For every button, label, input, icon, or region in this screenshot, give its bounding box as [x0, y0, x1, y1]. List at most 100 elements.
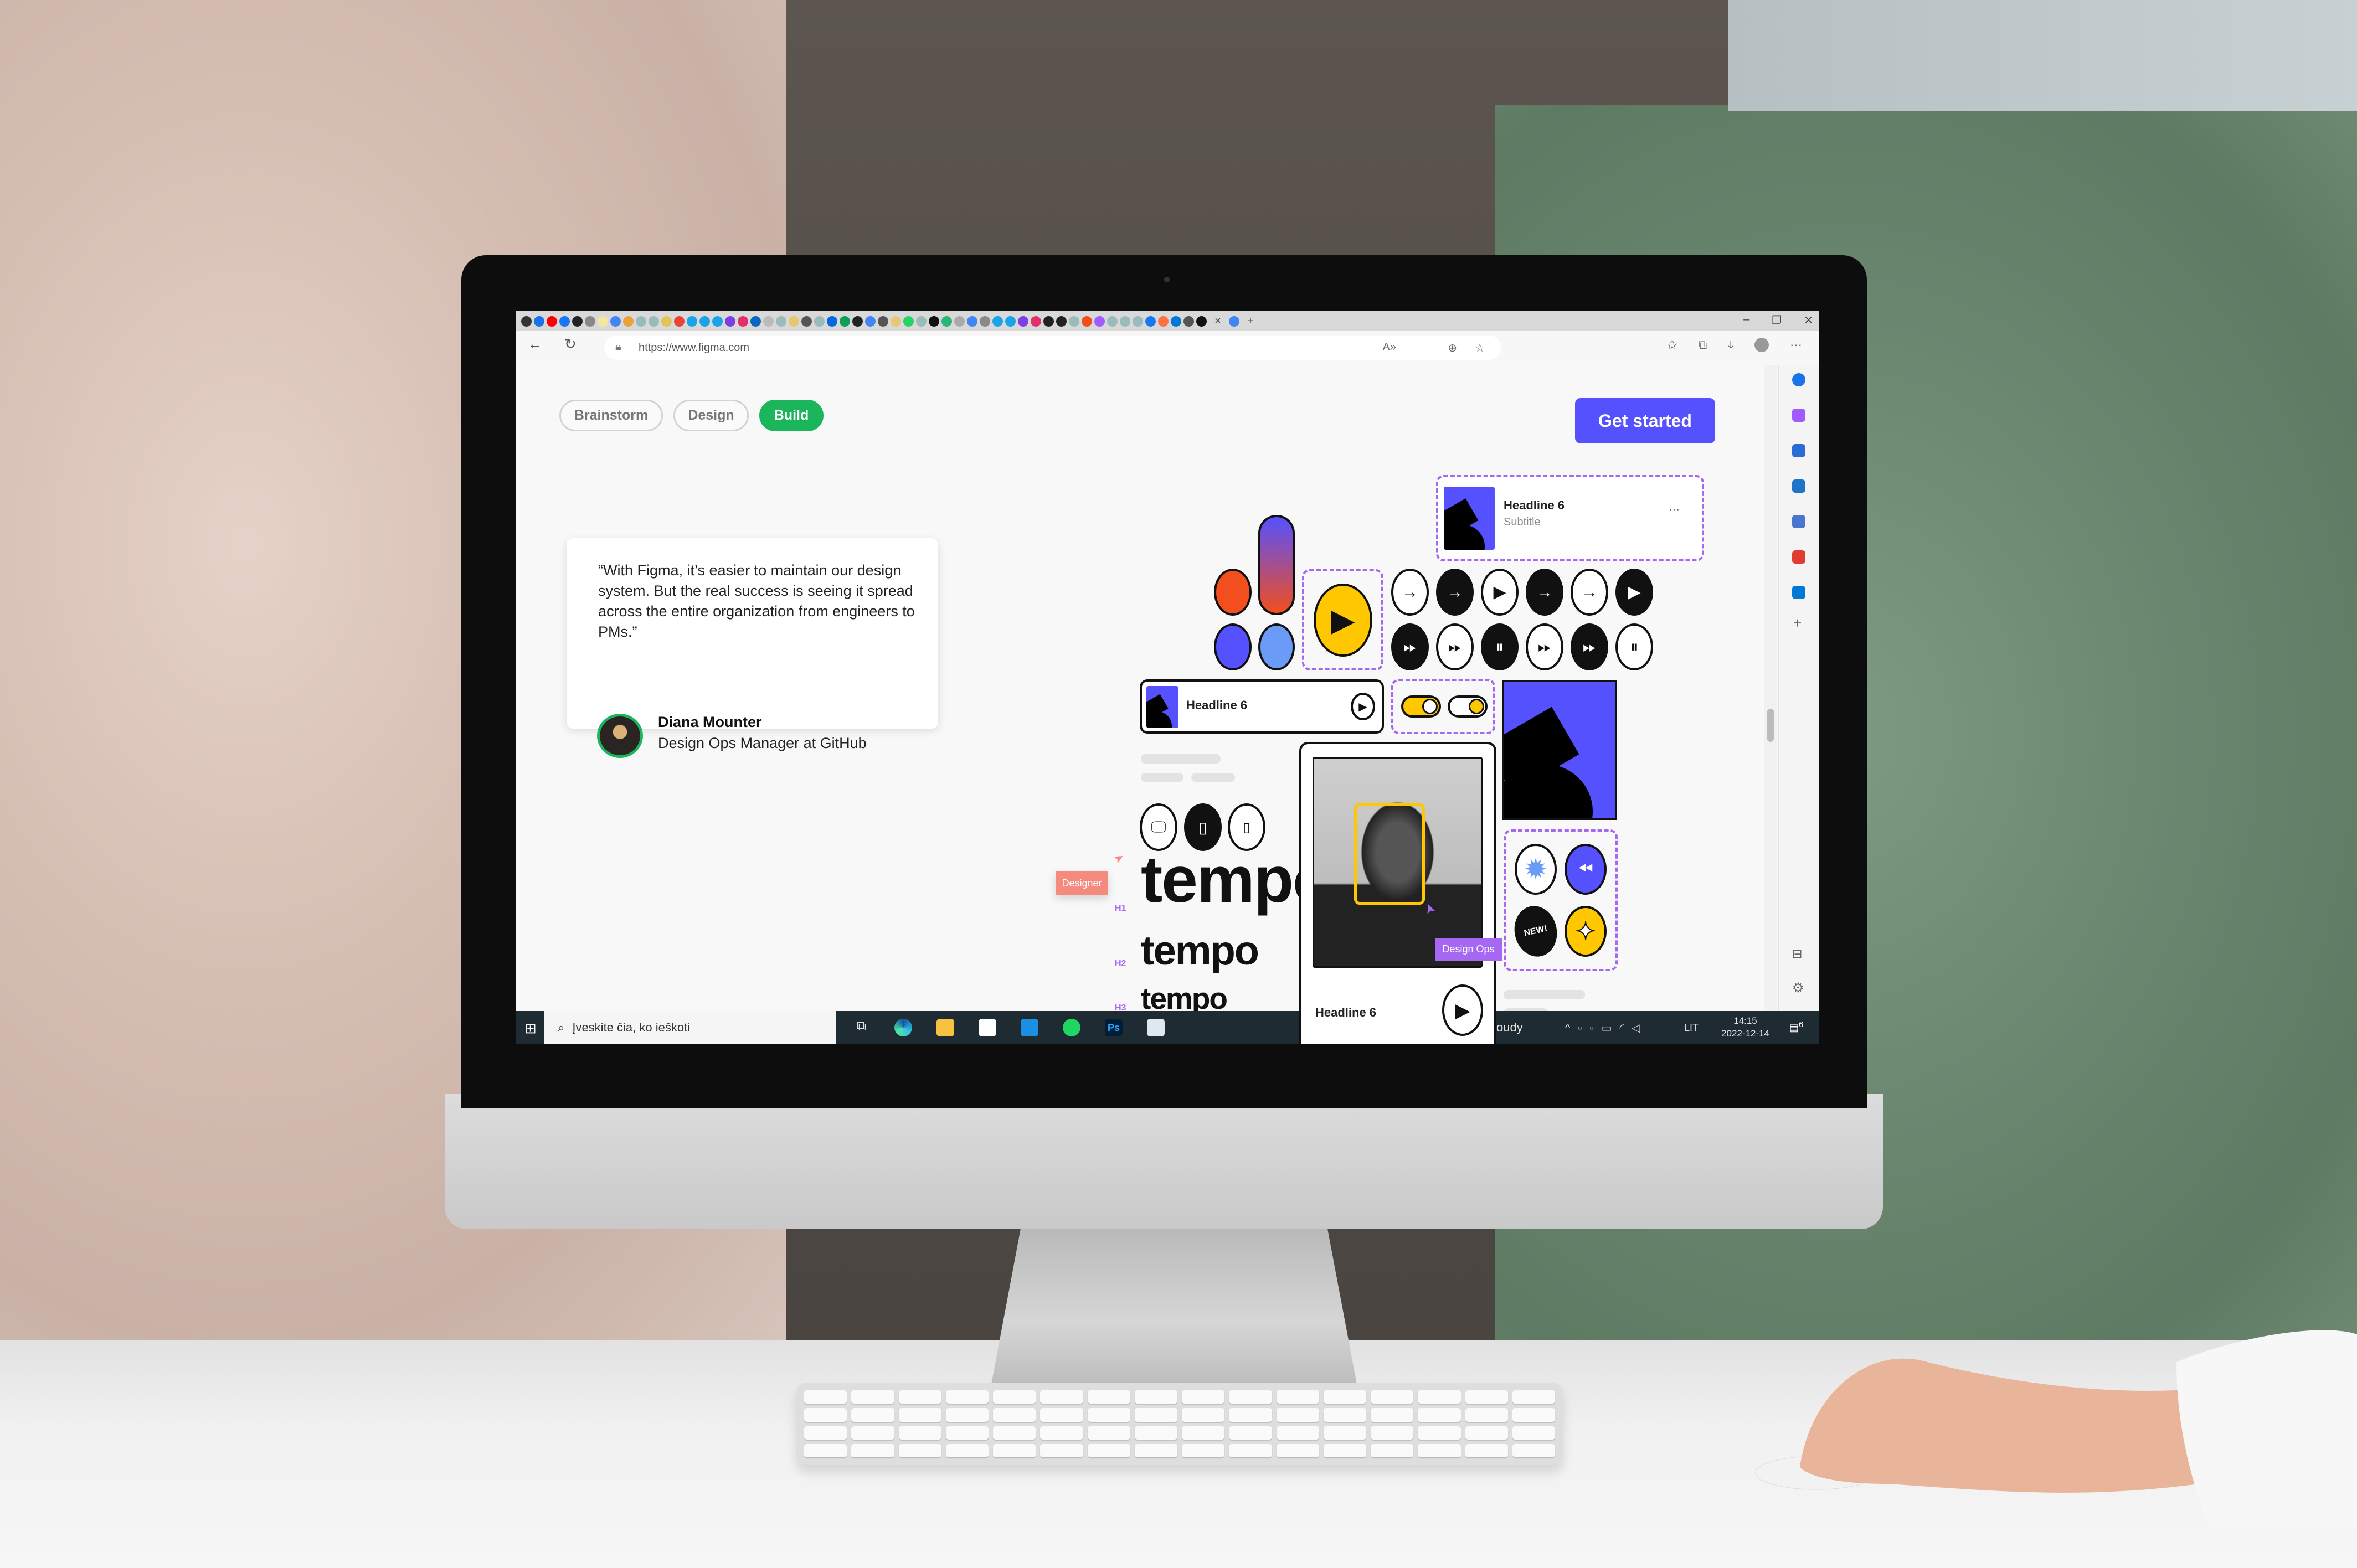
- pinned-tab-favicon-icon[interactable]: [598, 316, 608, 327]
- scrollbar[interactable]: [1764, 365, 1777, 1011]
- taskbar-search[interactable]: ⌕ Įveskite čia, ko ieškoti: [544, 1011, 836, 1044]
- pill-build[interactable]: Build: [759, 400, 824, 431]
- pinned-tab-favicon-icon[interactable]: [636, 316, 646, 327]
- games-icon[interactable]: [1792, 515, 1805, 528]
- pinned-tab-favicon-icon[interactable]: [687, 316, 697, 327]
- url-field[interactable]: 🔒︎ https://www.figma.com ☆ ⊕ A»: [604, 336, 1501, 360]
- pinned-tab-favicon-icon[interactable]: [585, 316, 595, 327]
- pinned-tab-favicon-icon[interactable]: [623, 316, 634, 327]
- language-indicator[interactable]: LIT: [1684, 1022, 1699, 1034]
- outlook-icon[interactable]: [1792, 586, 1805, 599]
- restore-button[interactable]: ❐: [1772, 313, 1782, 327]
- zoom-icon[interactable]: ⊕: [1448, 341, 1457, 355]
- pinned-tab-favicon-icon[interactable]: [738, 316, 748, 327]
- pinned-tab-favicon-icon[interactable]: [559, 316, 570, 327]
- pinned-tab-favicon-icon[interactable]: [1056, 316, 1067, 327]
- pinned-tab-favicon-icon[interactable]: [1043, 316, 1054, 327]
- pinned-tab-favicon-icon[interactable]: [1107, 316, 1118, 327]
- pinned-tab-favicon-icon[interactable]: [941, 316, 952, 327]
- pinned-tab-favicon-icon[interactable]: [1018, 316, 1028, 327]
- pinned-tab-favicon-icon[interactable]: [1158, 316, 1169, 327]
- pinned-tab-favicon-icon[interactable]: [547, 316, 557, 327]
- pinned-tab-favicon-icon[interactable]: [712, 316, 723, 327]
- pinned-tab-favicon-icon[interactable]: [789, 316, 799, 327]
- scrollbar-thumb[interactable]: [1767, 709, 1774, 742]
- file-explorer-icon[interactable]: [936, 1019, 954, 1036]
- edge-browser-icon[interactable]: [894, 1019, 912, 1036]
- photoshop-icon[interactable]: Ps: [1105, 1019, 1123, 1036]
- pill-brainstorm[interactable]: Brainstorm: [559, 400, 663, 431]
- pinned-tab-favicon-icon[interactable]: [649, 316, 659, 327]
- read-aloud-icon[interactable]: A»: [1383, 341, 1396, 354]
- office-icon[interactable]: [1792, 550, 1805, 564]
- pinned-tab-favicon-icon[interactable]: [903, 316, 914, 327]
- pinned-tab-favicon-icon[interactable]: [954, 316, 965, 327]
- profile-avatar-icon[interactable]: [1754, 338, 1769, 352]
- pinned-tab-favicon-icon[interactable]: [840, 316, 850, 327]
- mail-icon[interactable]: [1021, 1019, 1038, 1036]
- collections-icon[interactable]: ⧉: [1699, 338, 1707, 352]
- close-tab-button[interactable]: ×: [1210, 315, 1226, 328]
- clock[interactable]: 14:15 2022-12-14: [1721, 1014, 1769, 1040]
- favorite-star-icon[interactable]: ☆: [1475, 341, 1485, 355]
- pinned-tab-favicon-icon[interactable]: [916, 316, 927, 327]
- pinned-tab-favicon-icon[interactable]: [878, 316, 888, 327]
- tag-icon[interactable]: [1792, 444, 1805, 457]
- close-window-button[interactable]: ✕: [1804, 313, 1813, 327]
- pinned-tab-favicon-icon[interactable]: [1082, 316, 1092, 327]
- search-icon[interactable]: [1792, 373, 1805, 386]
- pinned-tab-favicon-icon[interactable]: [521, 316, 532, 327]
- more-menu-button[interactable]: ···: [1790, 338, 1802, 352]
- pinned-tab-favicon-icon[interactable]: [1196, 316, 1207, 327]
- pinned-tab-favicon-icon[interactable]: [1069, 316, 1079, 327]
- pinned-tab-favicon-icon[interactable]: [1031, 316, 1041, 327]
- pinned-tab-favicon-icon[interactable]: [1005, 316, 1016, 327]
- active-tab-favicon-icon[interactable]: [1229, 316, 1239, 327]
- pinned-tab-favicon-icon[interactable]: [1183, 316, 1194, 327]
- pinned-tab-favicon-icon[interactable]: [534, 316, 544, 327]
- pinned-tab-favicon-icon[interactable]: [992, 316, 1003, 327]
- minimize-button[interactable]: –: [1743, 313, 1749, 327]
- reload-icon[interactable]: ↻: [564, 336, 577, 353]
- system-tray-icons[interactable]: ^▫▫▭◜◁: [1565, 1021, 1648, 1035]
- sidebar-toggle-icon[interactable]: ⊟: [1792, 947, 1802, 961]
- pill-design[interactable]: Design: [673, 400, 749, 431]
- pinned-tab-favicon-icon[interactable]: [1120, 316, 1130, 327]
- favorites-icon[interactable]: ✩: [1667, 338, 1677, 352]
- get-started-button[interactable]: Get started: [1575, 398, 1715, 443]
- pinned-tab-favicon-icon[interactable]: [980, 316, 990, 327]
- pinned-tab-favicon-icon[interactable]: [827, 316, 837, 327]
- pinned-tab-favicon-icon[interactable]: [1171, 316, 1181, 327]
- pinned-tab-favicon-icon[interactable]: [572, 316, 583, 327]
- windows-start-icon[interactable]: ⊞: [524, 1020, 537, 1037]
- add-icon[interactable]: +: [1793, 615, 1802, 632]
- pinned-tab-favicon-icon[interactable]: [661, 316, 672, 327]
- pinned-tab-favicon-icon[interactable]: [674, 316, 685, 327]
- sparkle-icon[interactable]: [1792, 409, 1805, 422]
- pinned-tab-favicon-icon[interactable]: [1094, 316, 1105, 327]
- pinned-tab-favicon-icon[interactable]: [1145, 316, 1156, 327]
- microsoft-store-icon[interactable]: [979, 1019, 996, 1036]
- back-icon[interactable]: ←: [528, 336, 542, 353]
- pinned-tab-favicon-icon[interactable]: [865, 316, 876, 327]
- play-icon[interactable]: ▶: [1442, 984, 1483, 1036]
- task-view-icon[interactable]: ⧉: [857, 1019, 866, 1034]
- notification-center-icon[interactable]: ▤6: [1789, 1020, 1803, 1034]
- notepad-icon[interactable]: [1147, 1019, 1165, 1036]
- pinned-tab-favicon-icon[interactable]: [750, 316, 761, 327]
- spotify-icon[interactable]: [1063, 1019, 1080, 1036]
- settings-gear-icon[interactable]: ⚙: [1792, 980, 1804, 996]
- pinned-tab-favicon-icon[interactable]: [776, 316, 786, 327]
- pinned-tab-favicon-icon[interactable]: [967, 316, 977, 327]
- pinned-tab-favicon-icon[interactable]: [725, 316, 735, 327]
- toolbox-icon[interactable]: [1792, 479, 1805, 493]
- pinned-tab-favicon-icon[interactable]: [763, 316, 774, 327]
- pinned-tab-favicon-icon[interactable]: [699, 316, 710, 327]
- pinned-tab-favicon-icon[interactable]: [1133, 316, 1143, 327]
- pinned-tab-favicon-icon[interactable]: [852, 316, 863, 327]
- pinned-tab-favicon-icon[interactable]: [929, 316, 939, 327]
- pinned-tab-favicon-icon[interactable]: [610, 316, 621, 327]
- downloads-icon[interactable]: ⤓: [1728, 338, 1733, 352]
- pinned-tab-favicon-icon[interactable]: [801, 316, 812, 327]
- new-tab-button[interactable]: +: [1242, 315, 1259, 328]
